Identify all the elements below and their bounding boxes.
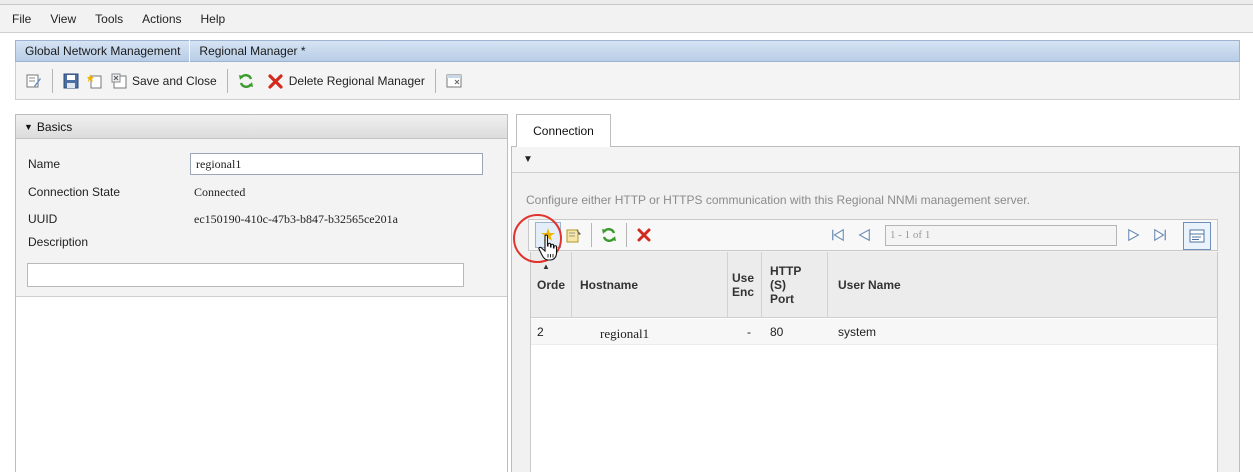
first-page-button[interactable] [829,226,847,244]
toolbar-separator [626,223,627,247]
name-label: Name [28,157,61,171]
open-form-icon [566,227,582,243]
breadcrumb-global-network-management[interactable]: Global Network Management [16,44,189,58]
cell-port: 80 [770,325,784,339]
last-page-button[interactable] [1151,226,1169,244]
save-button[interactable] [59,68,83,94]
basics-form: Name Connection State Connected UUID ec1… [16,139,507,297]
menu-view[interactable]: View [50,12,76,26]
connection-area: Connection ▼ Configure either HTTP or HT… [511,114,1240,472]
menu-tools[interactable]: Tools [95,12,123,26]
name-field[interactable] [190,153,483,175]
refresh-icon [238,73,254,89]
tab-connection[interactable]: Connection [516,114,611,147]
breadcrumb-regional-manager[interactable]: Regional Manager * [190,44,314,58]
new-document-icon [87,73,103,89]
pager-status[interactable]: 1 - 1 of 1 [885,225,1117,246]
column-header-use-encryption[interactable]: Use Enc [728,252,762,318]
toolbar-separator [434,68,436,93]
delete-regional-manager-button[interactable]: Delete Regional Manager [264,68,429,94]
breadcrumb: Global Network Management Regional Manag… [15,40,1240,62]
toolbar-separator [226,68,228,93]
cell-order: 2 [537,325,544,339]
table-header: ▲ Orde Hostname Use Enc HTTP (S) Port Us… [531,252,1217,318]
form-edit-icon [26,73,42,89]
uuid-value: ec150190-410c-47b3-b847-b32565ce201a [194,212,398,226]
next-page-button[interactable] [1125,226,1143,244]
first-page-icon [832,228,844,242]
menu-actions[interactable]: Actions [142,12,181,26]
delete-icon [268,73,284,89]
table-row[interactable]: 2 regional1 - 80 system [531,319,1217,345]
column-header-http-port[interactable]: HTTP (S) Port [762,252,828,318]
previous-page-button[interactable] [855,226,873,244]
choose-columns-button[interactable] [1183,222,1211,250]
connection-header[interactable]: ▼ [512,147,1239,173]
basics-title: Basics [36,119,73,134]
connection-hint: Configure either HTTP or HTTPS communica… [526,193,1030,207]
close-form-button[interactable] [442,68,466,94]
save-and-new-button[interactable] [83,68,107,94]
cell-use-encryption: - [747,325,751,339]
sort-ascending-icon: ▲ [542,262,550,271]
uuid-label: UUID [28,212,58,226]
next-page-icon [1128,228,1140,242]
toolbar-separator [52,68,53,93]
menu-bar: File View Tools Actions Help [0,5,1253,33]
open-form-button[interactable] [22,68,46,94]
form-toolbar: Save and Close Delete Regional Manager [15,62,1240,100]
refresh-table-button[interactable] [596,222,622,248]
delete-icon [636,227,652,243]
close-form-icon [446,73,462,89]
collapse-triangle-icon: ▼ [523,154,533,165]
refresh-icon [601,227,617,243]
delete-row-button[interactable] [631,222,657,248]
open-row-button[interactable] [561,222,587,248]
column-header-hostname[interactable]: Hostname [572,252,728,318]
previous-page-icon [858,228,870,242]
save-icon [63,73,79,89]
toolbar-separator [591,223,592,247]
basics-header[interactable]: ▼ Basics [16,115,507,139]
cell-user-name: system [838,325,877,339]
menu-help[interactable]: Help [201,12,226,26]
collapse-triangle-icon: ▼ [24,121,33,132]
save-and-close-label: Save and Close [132,73,217,88]
column-header-user-name[interactable]: User Name [828,252,1217,318]
columns-icon [1189,229,1205,243]
connection-panel: ▼ Configure either HTTP or HTTPS communi… [511,146,1240,472]
save-close-icon [111,73,127,89]
delete-regional-manager-label: Delete Regional Manager [288,73,425,88]
table-toolbar: 1 - 1 of 1 [528,219,1218,251]
save-and-close-button[interactable]: Save and Close [107,68,221,94]
menu-file[interactable]: File [12,12,31,26]
description-field[interactable] [27,263,464,287]
hand-cursor-icon [537,234,561,262]
connection-state-value: Connected [194,185,246,199]
refresh-button[interactable] [234,68,258,94]
connection-state-label: Connection State [28,185,121,199]
connection-table: ▲ Orde Hostname Use Enc HTTP (S) Port Us… [530,252,1218,472]
basics-panel: ▼ Basics Name Connection State Connected… [15,114,508,472]
last-page-icon [1154,228,1166,242]
cell-hostname: regional1 [600,326,650,341]
description-label: Description [28,235,89,249]
connection-body: Configure either HTTP or HTTPS communica… [512,173,1239,472]
